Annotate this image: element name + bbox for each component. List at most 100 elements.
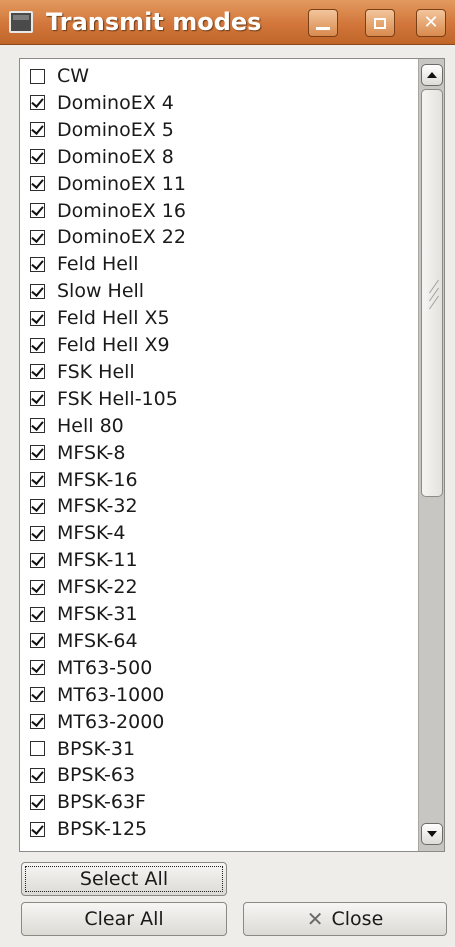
mode-checkbox[interactable] xyxy=(30,310,45,326)
minimize-button[interactable] xyxy=(308,9,338,37)
mode-checkbox[interactable] xyxy=(30,445,45,461)
modes-list[interactable]: CW DominoEX 4 DominoEX 5 DominoEX 8 DominoEX… xyxy=(19,58,445,852)
mode-item[interactable]: FSK Hell xyxy=(30,359,135,385)
mode-item[interactable]: DominoEX 4 xyxy=(30,90,174,116)
transmit-modes-window: Transmit modes ✕ CW DominoEX 4 DominoEX 5 D… xyxy=(0,0,455,947)
mode-checkbox[interactable] xyxy=(30,741,45,756)
close-icon: ✕ xyxy=(423,12,439,33)
mode-checkbox[interactable] xyxy=(30,552,45,568)
arrow-up-icon xyxy=(427,72,437,78)
mode-checkbox[interactable] xyxy=(30,606,45,622)
scroll-thumb[interactable] xyxy=(421,89,443,497)
mode-label: Feld Hell xyxy=(57,253,139,276)
mode-label: MFSK-4 xyxy=(57,522,126,545)
mode-item[interactable]: BPSK-125 xyxy=(30,816,147,842)
mode-item[interactable]: MFSK-16 xyxy=(30,467,138,493)
select-all-button[interactable]: Select All xyxy=(21,862,227,896)
window-app-icon[interactable] xyxy=(9,11,33,33)
mode-checkbox[interactable] xyxy=(30,391,45,407)
mode-label: DominoEX 4 xyxy=(57,91,174,114)
mode-item[interactable]: Feld Hell xyxy=(30,251,139,277)
title-bar[interactable]: Transmit modes ✕ xyxy=(0,0,455,45)
mode-item[interactable]: DominoEX 16 xyxy=(30,198,186,224)
x-icon: ✕ xyxy=(306,907,324,931)
mode-checkbox[interactable] xyxy=(30,283,45,299)
mode-item[interactable]: BPSK-63 xyxy=(30,762,135,788)
mode-checkbox[interactable] xyxy=(30,660,45,676)
mode-label: MT63-500 xyxy=(57,656,153,679)
mode-item[interactable]: Slow Hell xyxy=(30,278,144,304)
mode-label: MFSK-31 xyxy=(57,603,138,625)
mode-label: MFSK-32 xyxy=(57,495,138,518)
mode-label: MFSK-16 xyxy=(57,468,138,491)
mode-checkbox[interactable] xyxy=(30,821,45,837)
mode-label: CW xyxy=(57,65,90,87)
arrow-down-icon xyxy=(427,831,437,837)
scroll-up-button[interactable] xyxy=(421,64,443,86)
mode-checkbox[interactable] xyxy=(30,472,45,487)
mode-checkbox[interactable] xyxy=(30,229,45,245)
mode-item[interactable]: MFSK-4 xyxy=(30,520,125,546)
mode-checkbox[interactable] xyxy=(30,95,45,111)
clear-all-button[interactable]: Clear All xyxy=(21,902,227,936)
mode-checkbox[interactable] xyxy=(30,68,45,84)
mode-checkbox[interactable] xyxy=(30,203,45,218)
mode-item[interactable]: Feld Hell X5 xyxy=(30,305,170,331)
mode-item[interactable]: MT63-1000 xyxy=(30,682,164,708)
mode-item[interactable]: MFSK-22 xyxy=(30,574,138,600)
focus-ring xyxy=(25,866,223,892)
mode-item[interactable]: DominoEX 5 xyxy=(30,117,174,143)
mode-item[interactable]: MFSK-64 xyxy=(30,628,138,654)
mode-label: DominoEX 16 xyxy=(57,199,186,222)
maximize-button[interactable] xyxy=(365,9,395,37)
mode-checkbox[interactable] xyxy=(30,633,45,649)
mode-label: DominoEX 22 xyxy=(57,226,186,249)
mode-checkbox[interactable] xyxy=(30,256,45,272)
mode-item[interactable]: MT63-500 xyxy=(30,655,152,681)
mode-item[interactable]: MT63-2000 xyxy=(30,709,164,735)
mode-item[interactable]: Feld Hell X9 xyxy=(30,332,170,358)
mode-label: Feld Hell X5 xyxy=(57,307,170,330)
mode-label: MFSK-22 xyxy=(57,576,138,599)
mode-checkbox[interactable] xyxy=(30,687,45,703)
mode-item[interactable]: MFSK-11 xyxy=(30,547,138,573)
mode-item[interactable]: DominoEX 22 xyxy=(30,224,186,250)
mode-item[interactable]: DominoEX 8 xyxy=(30,144,174,170)
mode-item[interactable]: BPSK-63F xyxy=(30,789,146,815)
mode-checkbox[interactable] xyxy=(30,337,45,353)
mode-label: Feld Hell X9 xyxy=(57,334,170,356)
mode-checkbox[interactable] xyxy=(30,794,45,810)
mode-checkbox[interactable] xyxy=(30,418,45,434)
mode-label: FSK Hell-105 xyxy=(57,387,178,410)
mode-checkbox[interactable] xyxy=(30,122,45,138)
mode-item[interactable]: DominoEX 11 xyxy=(30,171,186,197)
mode-checkbox[interactable] xyxy=(30,525,45,541)
mode-label: Slow Hell xyxy=(57,280,145,303)
mode-item[interactable]: MFSK-8 xyxy=(30,440,125,466)
mode-checkbox[interactable] xyxy=(30,364,45,380)
mode-item[interactable]: BPSK-31 xyxy=(30,736,135,762)
mode-label: DominoEX 5 xyxy=(57,118,174,141)
vertical-scrollbar[interactable] xyxy=(418,59,444,851)
mode-label: BPSK-63F xyxy=(57,791,146,814)
close-button[interactable]: ✕ Close xyxy=(243,902,447,936)
mode-label: Hell 80 xyxy=(57,414,124,437)
mode-checkbox[interactable] xyxy=(30,579,45,595)
mode-label: MFSK-11 xyxy=(57,549,138,572)
mode-label: DominoEX 8 xyxy=(57,145,174,168)
mode-item[interactable]: FSK Hell-105 xyxy=(30,386,178,412)
mode-checkbox[interactable] xyxy=(30,714,45,730)
mode-checkbox[interactable] xyxy=(30,498,45,514)
mode-item[interactable]: CW xyxy=(30,63,89,89)
mode-label: BPSK-31 xyxy=(57,737,136,760)
mode-item[interactable]: MFSK-31 xyxy=(30,601,138,627)
mode-checkbox[interactable] xyxy=(30,149,45,165)
mode-item[interactable]: MFSK-32 xyxy=(30,493,138,519)
close-window-button[interactable]: ✕ xyxy=(416,9,446,37)
mode-label: MT63-1000 xyxy=(57,683,165,706)
scroll-down-button[interactable] xyxy=(421,823,443,845)
window-title: Transmit modes xyxy=(46,8,262,36)
mode-checkbox[interactable] xyxy=(30,176,45,192)
mode-item[interactable]: Hell 80 xyxy=(30,413,124,439)
mode-checkbox[interactable] xyxy=(30,767,45,783)
